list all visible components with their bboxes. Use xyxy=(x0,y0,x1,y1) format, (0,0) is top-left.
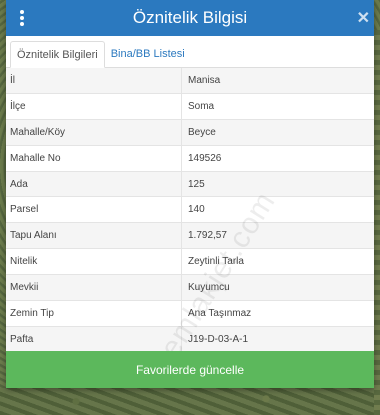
table-row: Zemin Tip Ana Taşınmaz xyxy=(6,301,374,327)
table-row: Mahalle No 149526 xyxy=(6,145,374,172)
attribute-value: Soma xyxy=(188,100,215,112)
attribute-key: Mevkii xyxy=(6,275,182,301)
table-row: Mahalle/Köy Beyce xyxy=(6,119,374,146)
attribute-key: İl xyxy=(6,68,182,93)
close-icon[interactable]: ✕ xyxy=(357,8,370,28)
table-row: Ada 125 xyxy=(6,171,374,198)
attribute-value: Kuyumcu xyxy=(188,282,230,294)
attribute-value: 149526 xyxy=(188,152,222,164)
attribute-key: Pafta xyxy=(6,326,182,352)
attribute-key: Mahalle/Köy xyxy=(6,119,182,145)
attribute-key: Tapu Alanı xyxy=(6,223,182,249)
attribute-key: Nitelik xyxy=(6,249,182,275)
tab-building-list[interactable]: Bina/BB Listesi xyxy=(105,40,191,67)
attribute-value: Zeytinli Tarla xyxy=(188,256,244,268)
table-row: İl Manisa xyxy=(6,68,374,94)
panel-header: Öznitelik Bilgisi ✕ xyxy=(6,0,374,36)
map-background-right[interactable] xyxy=(374,30,380,415)
attribute-key: Ada xyxy=(6,171,182,197)
attribute-value: 1.792,57 xyxy=(188,230,227,242)
attribute-value: 125 xyxy=(188,178,205,190)
attribute-info-panel: Öznitelik Bilgisi ✕ Öznitelik Bilgileri … xyxy=(6,0,374,388)
table-row: İlçe Soma xyxy=(6,93,374,120)
table-row: Tapu Alanı 1.792,57 xyxy=(6,223,374,250)
attribute-key: Zemin Tip xyxy=(6,301,182,326)
more-vertical-icon[interactable] xyxy=(18,10,26,26)
attribute-key: Mahalle No xyxy=(6,145,182,171)
tab-bar: Öznitelik Bilgileri Bina/BB Listesi xyxy=(6,36,374,68)
attribute-key: Parsel xyxy=(6,197,182,223)
attribute-value: Beyce xyxy=(188,126,216,138)
table-row: Parsel 140 xyxy=(6,197,374,224)
table-row: Mevkii Kuyumcu xyxy=(6,275,374,302)
attribute-value: J19-D-03-A-1 xyxy=(188,333,249,345)
attribute-table: İl Manisa İlçe Soma Mahalle/Köy Beyce Ma… xyxy=(6,68,374,364)
panel-title: Öznitelik Bilgisi xyxy=(132,8,248,27)
attribute-key: İlçe xyxy=(6,93,182,119)
attribute-value: 140 xyxy=(188,204,205,216)
map-background-bottom[interactable] xyxy=(0,388,380,415)
table-row: Pafta J19-D-03-A-1 xyxy=(6,326,374,353)
attribute-value: Manisa xyxy=(188,74,221,86)
tab-attribute-info[interactable]: Öznitelik Bilgileri xyxy=(10,41,105,68)
attribute-value: Ana Taşınmaz xyxy=(188,307,252,319)
table-row: Nitelik Zeytinli Tarla xyxy=(6,249,374,276)
update-favorites-button[interactable]: Favorilerde güncelle xyxy=(6,351,374,388)
